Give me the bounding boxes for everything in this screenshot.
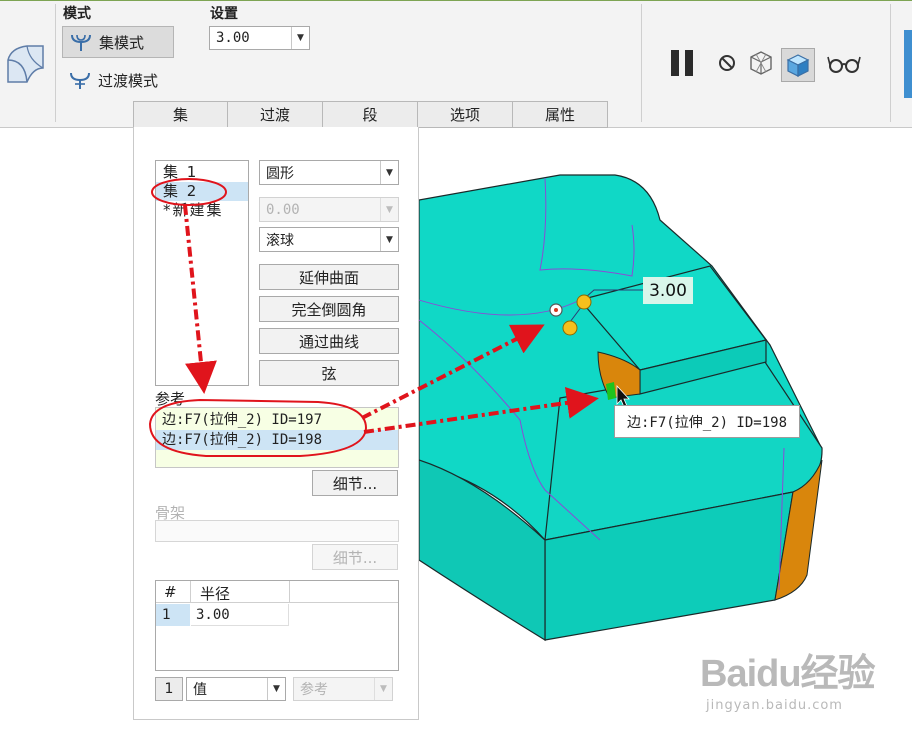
set-item[interactable]: 集 1 xyxy=(156,163,248,182)
ok-button-partial[interactable] xyxy=(904,30,912,98)
radius-dimension-tag[interactable]: 3.00 xyxy=(643,277,693,304)
wireframe-preview-button[interactable] xyxy=(746,48,776,78)
method-value: 滚球 xyxy=(266,232,294,249)
reference-item[interactable]: 边:F7(拉伸_2) ID=197 xyxy=(156,410,398,430)
references-details-button[interactable]: 细节... xyxy=(312,470,398,496)
transition-mode-button[interactable]: 过渡模式 xyxy=(62,64,180,96)
row-number-box: 1 xyxy=(155,677,183,701)
method-select[interactable]: 滚球 ▼ xyxy=(259,227,399,252)
tab-transitions[interactable]: 过渡 xyxy=(228,101,323,128)
watermark-url: jingyan.baidu.com xyxy=(706,698,843,713)
round-tool-icon xyxy=(7,45,44,83)
full-round-button[interactable]: 完全倒圆角 xyxy=(259,296,399,322)
set-mode-label: 集模式 xyxy=(99,33,145,52)
no-preview-icon xyxy=(719,55,735,71)
radius-table[interactable]: # 半径 1 3.00 xyxy=(155,580,399,671)
references-collector[interactable]: 边:F7(拉伸_2) ID=197 边:F7(拉伸_2) ID=198 xyxy=(155,407,399,468)
skeleton-details-button: 细节... xyxy=(312,544,398,570)
chordal-button[interactable]: 弦 xyxy=(259,360,399,386)
reference-tooltip: 边:F7(拉伸_2) ID=198 xyxy=(614,405,801,438)
tab-options-label: 选项 xyxy=(449,106,480,124)
skeleton-collector xyxy=(155,520,399,542)
cross-section-value: 圆形 xyxy=(266,165,294,182)
reference-type-select: 参考 ▼ xyxy=(293,677,393,701)
tab-strip: 集 过渡 段 选项 属性 xyxy=(133,101,608,128)
pause-icon xyxy=(671,50,693,76)
conic-param-value: 0.00 xyxy=(266,201,300,218)
tab-pieces-label: 段 xyxy=(362,106,378,124)
verify-button[interactable] xyxy=(826,48,862,78)
new-set-item[interactable]: *新建集 xyxy=(156,201,248,220)
solid-preview-icon xyxy=(786,54,810,77)
radius-combo[interactable]: 3.00 ▼ xyxy=(209,26,310,50)
tab-properties-label: 属性 xyxy=(544,106,575,124)
set-mode-icon xyxy=(71,34,91,51)
reference-item-selected[interactable]: 边:F7(拉伸_2) ID=198 xyxy=(156,430,398,450)
sets-panel: 集 1 集 2 *新建集 圆形 ▼ 0.00 ▼ 滚球 ▼ 延伸曲面 完全倒圆角… xyxy=(133,127,419,720)
transition-mode-icon xyxy=(70,72,90,89)
table-row[interactable]: 1 3.00 xyxy=(156,604,398,626)
chevron-down-icon[interactable]: ▼ xyxy=(380,228,398,251)
no-preview-button[interactable] xyxy=(712,48,742,78)
references-label: 参考 xyxy=(155,390,186,408)
chevron-down-icon: ▼ xyxy=(374,678,392,700)
row-index-cell: 1 xyxy=(156,604,190,626)
cross-section-select[interactable]: 圆形 ▼ xyxy=(259,160,399,185)
tab-transitions-label: 过渡 xyxy=(259,106,290,124)
pause-button[interactable] xyxy=(667,48,697,78)
value-type-value: 值 xyxy=(193,682,207,698)
radius-table-header: # 半径 xyxy=(156,581,398,603)
through-curve-button[interactable]: 通过曲线 xyxy=(259,328,399,354)
set-list[interactable]: 集 1 集 2 *新建集 xyxy=(155,160,249,386)
column-header-radius: 半径 xyxy=(200,585,231,603)
tab-sets-label: 集 xyxy=(172,106,188,124)
reference-type-value: 参考 xyxy=(300,682,328,698)
chevron-down-icon[interactable]: ▼ xyxy=(380,161,398,184)
chevron-down-icon[interactable]: ▼ xyxy=(267,678,285,700)
watermark: Baidu经验 jingyan.baidu.com xyxy=(700,640,905,726)
watermark-logo: Baidu经验 xyxy=(700,653,876,695)
column-header-index: # xyxy=(164,583,177,601)
transition-mode-label: 过渡模式 xyxy=(98,71,159,90)
chevron-down-icon[interactable]: ▼ xyxy=(291,27,309,49)
solid-preview-button[interactable] xyxy=(781,48,815,82)
radius-combo-value: 3.00 xyxy=(216,30,250,46)
tab-options[interactable]: 选项 xyxy=(418,101,513,128)
tab-sets[interactable]: 集 xyxy=(133,101,228,128)
chevron-down-icon: ▼ xyxy=(380,198,398,221)
value-type-select[interactable]: 值 ▼ xyxy=(186,677,286,701)
set-item-selected[interactable]: 集 2 xyxy=(156,182,248,201)
conic-param-select: 0.00 ▼ xyxy=(259,197,399,222)
settings-group-label: 设置 xyxy=(210,6,238,22)
mode-group-label: 模式 xyxy=(63,6,91,22)
radius-value-cell[interactable]: 3.00 xyxy=(191,604,289,626)
verify-glasses-icon xyxy=(827,56,861,73)
extend-surfaces-button[interactable]: 延伸曲面 xyxy=(259,264,399,290)
set-mode-button[interactable]: 集模式 xyxy=(62,26,174,58)
tab-pieces[interactable]: 段 xyxy=(323,101,418,128)
wireframe-preview-icon xyxy=(750,51,772,75)
tab-properties[interactable]: 属性 xyxy=(513,101,608,128)
